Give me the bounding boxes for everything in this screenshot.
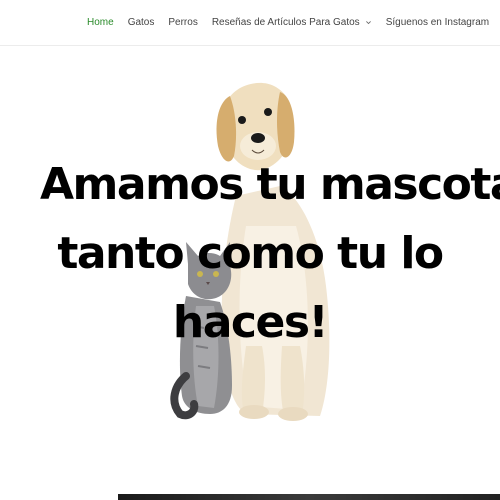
nav-item-home[interactable]: Home — [87, 17, 114, 28]
next-section-edge — [118, 494, 500, 500]
hero-title: Amamos tu mascota, tanto como tu lo hace… — [40, 150, 500, 357]
chevron-down-icon — [365, 21, 371, 25]
nav-item-label: Perros — [168, 17, 198, 28]
nav-item-resenas[interactable]: Reseñas de Artículos Para Gatos — [212, 17, 372, 28]
dog-eye-right — [264, 108, 272, 116]
nav-item-label: Gatos — [127, 17, 155, 28]
nav-item-perros[interactable]: Perros — [168, 17, 197, 28]
hero-title-line: tanto como tu lo — [57, 228, 444, 279]
hero-title-line: haces! — [172, 297, 329, 348]
nav-item-label: Home — [87, 17, 114, 28]
hero-title-line: Amamos tu mascota, — [40, 159, 500, 210]
nav-item-label: Síguenos en Instagram — [385, 17, 490, 28]
hero-banner: Amamos tu mascota, tanto como tu lo hace… — [0, 46, 500, 466]
nav-item-label: Reseñas de Artículos Para Gatos — [211, 17, 360, 28]
dog-ear-right — [277, 92, 295, 158]
nav-item-instagram[interactable]: Síguenos en Instagram — [386, 17, 489, 28]
nav-item-gatos[interactable]: Gatos — [128, 17, 155, 28]
dog-nose — [251, 133, 265, 143]
nav-menu: Home Gatos Perros Reseñas de Artículos P… — [87, 17, 489, 28]
dog-eye-left — [238, 116, 246, 124]
dog-paw-right — [278, 407, 308, 421]
main-navigation: Home Gatos Perros Reseñas de Artículos P… — [0, 0, 500, 46]
dog-paw-left — [239, 405, 269, 419]
